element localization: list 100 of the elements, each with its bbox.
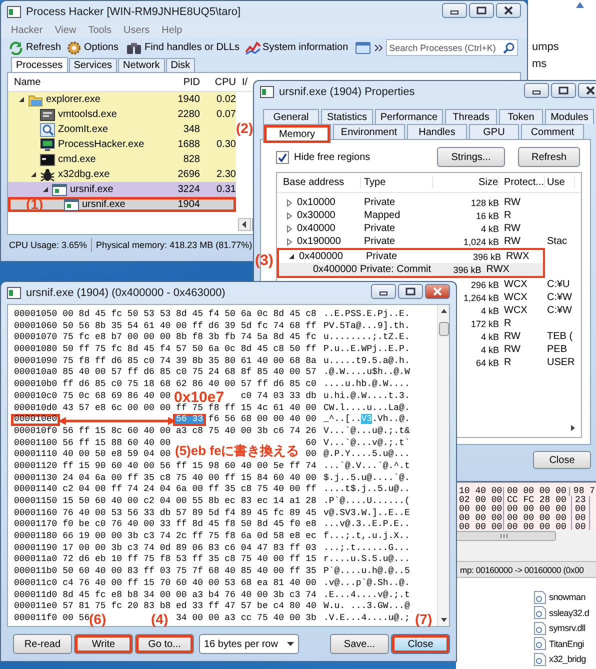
tab[interactable]: Memory	[263, 124, 331, 143]
process-row[interactable]: ProcessHacker.exe 1688 0.30	[8, 137, 236, 152]
tab[interactable]: Environment	[333, 124, 405, 139]
tab[interactable]: Network	[118, 58, 165, 72]
toolbar-button[interactable]: Refresh	[7, 38, 62, 56]
file-item[interactable]: x32_bridg	[534, 652, 596, 666]
toolbar-button[interactable]: System information	[244, 38, 350, 56]
process-row[interactable]: explorer.exe 1940 0.02	[8, 92, 236, 107]
menu-item[interactable]: Help	[156, 24, 188, 36]
process-row[interactable]: cmd.exe 828	[8, 152, 236, 167]
offset-cell: 000011d0	[14, 590, 58, 602]
ascii-text: V...`@...u@.;.t&	[323, 426, 410, 438]
column-header[interactable]: CPU	[214, 76, 236, 88]
write-button[interactable]: Write	[74, 634, 133, 654]
process-row[interactable]: ursnif.exe 3224 0.31	[8, 182, 236, 197]
ascii-text: CW.l....u...La@.	[323, 402, 410, 414]
file-name: snowman	[549, 592, 586, 602]
column-header[interactable]: Size	[478, 177, 498, 188]
menu-item[interactable]: Users	[118, 24, 156, 36]
column-header[interactable]: Name	[14, 76, 41, 88]
column-header[interactable]: Type	[364, 177, 386, 188]
process-row[interactable]: x32dbg.exe 2696 2.30	[8, 167, 236, 182]
hex-bytes: 60	[306, 438, 316, 450]
list-item[interactable]: umps	[532, 41, 559, 53]
tab[interactable]: Disk	[166, 58, 196, 72]
process-row[interactable]: ZoomIt.exe 348	[8, 122, 236, 137]
size-cell: 296 kB	[470, 280, 499, 290]
goto-button[interactable]: Go to...	[135, 634, 194, 654]
protect-cell: R	[504, 357, 512, 368]
address-cell: 0x190000	[297, 236, 341, 247]
toolbar-button[interactable]: Find handles or DLLs	[125, 38, 241, 56]
reread-button[interactable]: Re-read	[13, 634, 72, 654]
region-row[interactable]: 0x400000 Private: Commit 396 kB RWX	[279, 263, 543, 276]
type-cell: Private: Commit	[360, 264, 432, 275]
close-button[interactable]: Close	[391, 634, 450, 654]
toolbar-button[interactable]: Options	[65, 38, 120, 56]
column-header[interactable]: Use	[547, 177, 565, 188]
column-header[interactable]: Base address	[283, 177, 344, 188]
process-name: cmd.exe	[58, 154, 96, 165]
cpu-cell: 0.31	[216, 184, 236, 195]
type-cell: Private	[366, 251, 398, 262]
status-text: CPU Usage: 3.65%	[9, 240, 88, 250]
tab[interactable]: Handles	[407, 124, 467, 139]
tab[interactable]: Threads	[445, 109, 497, 124]
offset-cell: 00001190	[14, 542, 58, 554]
region-row[interactable]: 0x10000 Private 128 kB RW	[277, 196, 581, 209]
tab[interactable]: Performance	[375, 109, 443, 124]
process-row[interactable]: vmtoolsd.exe 2280 0.07	[8, 107, 236, 122]
dump-cell: CC FC 28 00	[507, 495, 566, 505]
region-row[interactable]: 0x30000 Mapped 16 kB R	[277, 209, 581, 222]
protect-cell: RW	[504, 344, 520, 355]
tab[interactable]: General	[263, 109, 319, 124]
hex-bytes: 00 8d 45 fc 50 53 53 8d 45 f4 50 6a 0c 8d 45 c8	[62, 309, 316, 321]
ascii-text: ....t$.j..5.u@..	[323, 484, 410, 496]
strings-button[interactable]: Strings...	[437, 147, 505, 167]
tab[interactable]: Processes	[11, 57, 68, 72]
pid-cell: 2280	[178, 109, 200, 120]
file-item[interactable]: symsrv.dll	[534, 621, 596, 636]
list-item[interactable]: ms	[532, 58, 547, 70]
column-header[interactable]: Protect...	[504, 177, 544, 188]
type-cell: Mapped	[364, 210, 400, 221]
hex-bytes: 34 00 00 a3 cc 75 40 00 3b	[176, 612, 316, 625]
offset-cell: 00001090	[14, 356, 58, 368]
bytes-per-row-dropdown[interactable]: 16 bytes per row	[199, 634, 299, 654]
tab[interactable]: Modules	[545, 109, 594, 124]
refresh-button[interactable]: Refresh	[518, 147, 580, 167]
tab[interactable]: Statistics	[321, 109, 373, 124]
tab[interactable]: Token	[499, 109, 543, 124]
status-text: Physical memory: 418.23 MB (81.77%)	[96, 240, 252, 250]
use-cell: TEB (	[547, 331, 573, 342]
hex-bytes: 66 19 00 00 3b c3 74 2c ff 75 f8 6a 0d 58 e8 ec	[62, 531, 316, 543]
file-item[interactable]: ssleay32.d	[534, 606, 596, 620]
menu-item[interactable]: Hacker	[5, 24, 49, 36]
tab[interactable]: Comment	[521, 124, 584, 139]
process-name: ursnif.exe	[82, 199, 126, 210]
file-item[interactable]: TitanEngi	[534, 636, 596, 651]
ascii-text: .v@...p`@.Sh..@.	[323, 578, 410, 590]
process-name: explorer.exe	[46, 94, 100, 105]
menu-item[interactable]: View	[48, 24, 82, 36]
save-button[interactable]: Save...	[330, 634, 389, 654]
column-header[interactable]: I/	[242, 76, 248, 88]
tab[interactable]: GPU	[469, 124, 519, 139]
menu-item[interactable]: Tools	[82, 24, 118, 36]
file-item[interactable]: snowman	[534, 590, 596, 604]
cpu-cell: 2.30	[216, 169, 236, 180]
ascii-text: .P`@....U......(	[323, 496, 410, 508]
protect-cell: RW	[504, 197, 520, 208]
offset-cell: 000010a0	[14, 367, 58, 380]
column-header[interactable]: PID	[183, 76, 200, 88]
protect-cell: WCX	[504, 305, 528, 316]
hex-bytes: f6 56 68 00 00 40 00	[208, 414, 316, 426]
ascii-text: PV.5Ta@...9].th.	[323, 320, 410, 332]
region-row[interactable]: 0x400000 Private 396 kB RWX	[279, 250, 579, 263]
tab[interactable]: Services	[68, 58, 118, 72]
region-row[interactable]: 0x40000 Private 4 kB RW	[277, 222, 581, 235]
callout-label: (3)	[255, 252, 274, 269]
region-row[interactable]: 0x190000 Private 1,024 kB RW Stac	[277, 235, 581, 248]
close-button[interactable]: Close	[533, 451, 591, 469]
search-field[interactable]: Search Processes (Ctrl+K)	[386, 39, 518, 56]
pid-cell: 3224	[178, 184, 200, 195]
